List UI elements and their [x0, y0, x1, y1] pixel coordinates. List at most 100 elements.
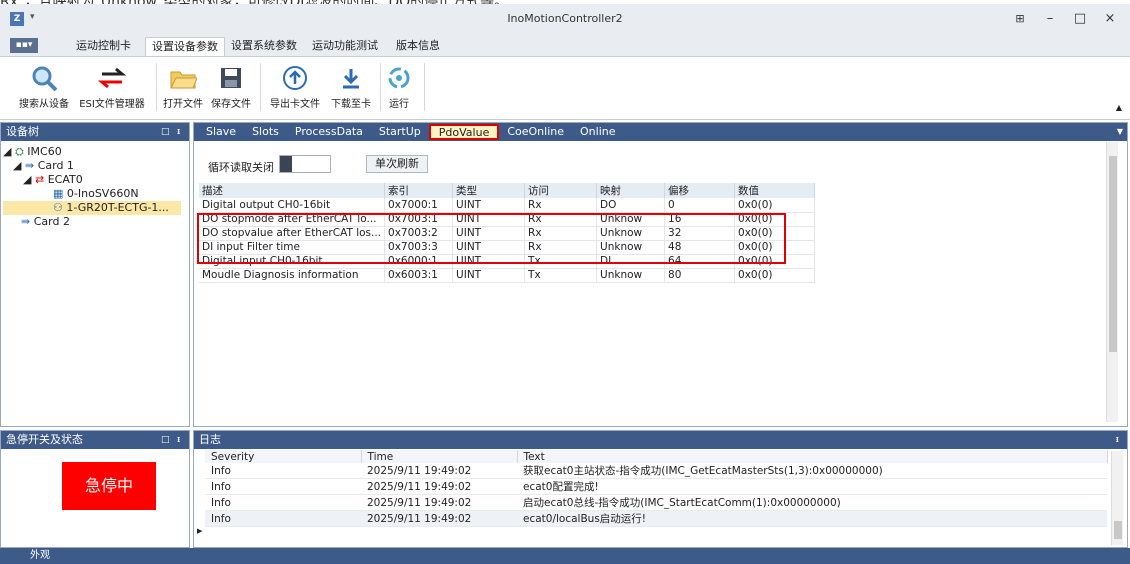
log-severity: Info — [205, 510, 361, 527]
col-value[interactable]: 数值 — [734, 183, 816, 198]
cell-access: Rx — [524, 198, 598, 213]
tree-node-card1[interactable]: ◢ ⇛ Card 1 — [3, 159, 187, 173]
tab-slave[interactable]: Slave — [198, 124, 244, 140]
tree-node-label: IMC60 — [27, 145, 62, 158]
expand-arrow-icon[interactable]: ◢ — [23, 173, 31, 186]
col-index[interactable]: 索引 — [384, 183, 454, 198]
download-to-card-button[interactable]: 下载至卡 — [328, 61, 374, 110]
col-severity[interactable]: Severity — [205, 450, 362, 463]
tab-slots[interactable]: Slots — [244, 124, 287, 140]
cell-type: UINT — [452, 198, 526, 213]
appearance-menu[interactable]: 外观 — [30, 550, 50, 561]
cell-mapping: Unknow — [596, 268, 666, 283]
tree-node-imc60[interactable]: ◢ ⛭ IMC60 — [3, 145, 187, 159]
folder-open-icon — [160, 61, 206, 95]
expand-arrow-icon[interactable]: ◢ — [3, 145, 11, 158]
download-to-card-label: 下载至卡 — [331, 99, 371, 110]
table-row[interactable]: Digital output CH0-16bit 0x7000:1 UINT Rx DO… — [199, 198, 816, 213]
col-mapping[interactable]: 映射 — [596, 183, 666, 198]
tab-pdovalue[interactable]: PdoValue — [428, 124, 500, 140]
col-description[interactable]: 描述 — [199, 183, 386, 198]
save-file-button[interactable]: 保存文件 — [208, 61, 254, 110]
close-button[interactable]: × — [1098, 10, 1122, 28]
col-text[interactable]: Text — [517, 450, 1108, 463]
single-refresh-button[interactable]: 单次刷新 — [366, 155, 428, 173]
table-row[interactable]: Moudle Diagnosis information 0x6003:1 UINT… — [199, 268, 816, 283]
log-table-header: Severity Time Text — [205, 450, 1108, 463]
ribbon-tab-device-params[interactable]: 设置设备参数 — [145, 37, 225, 56]
log-severity: Info — [205, 494, 361, 511]
device-tree-panel: 设备树 □ ᵻ ◢ ⛭ IMC60 ◢ ⇛ Card 1 ◢ ⇄ ECAT0 ▦… — [0, 122, 190, 427]
cell-description: Digital output CH0-16bit — [199, 198, 386, 213]
tree-node-servo[interactable]: ▦ 0-InoSV660N — [3, 187, 187, 201]
col-type[interactable]: 类型 — [452, 183, 526, 198]
log-vertical-scrollbar[interactable] — [1111, 451, 1123, 545]
pin-panel-icon[interactable]: ᵻ — [1116, 431, 1119, 449]
log-row[interactable]: Info 2025/9/11 19:49:02 ecat0配置完成! — [205, 478, 1107, 495]
pin-panel-icon[interactable]: ᵻ — [177, 123, 180, 141]
upload-arrow-icon — [266, 61, 324, 95]
tab-list-dropdown-icon[interactable]: ▼ — [1117, 127, 1123, 136]
tab-startup[interactable]: StartUp — [371, 124, 429, 140]
col-access[interactable]: 访问 — [524, 183, 598, 198]
cell-offset: 0 — [664, 198, 736, 213]
scrollbar-thumb[interactable] — [1109, 156, 1117, 352]
ribbon-separator — [424, 63, 425, 111]
cell-mapping: DO — [596, 198, 666, 213]
ribbon-tab-version-info[interactable]: 版本信息 — [390, 37, 446, 56]
pdo-vertical-scrollbar[interactable] — [1106, 142, 1118, 422]
ribbon-tab-motion-test[interactable]: 运动功能测试 — [306, 37, 384, 56]
tree-node-card2[interactable]: ⇛ Card 2 — [3, 215, 187, 229]
log-time: 2025/9/11 19:49:02 — [361, 478, 517, 495]
tab-coeonline[interactable]: CoeOnline — [499, 124, 572, 140]
tree-node-label: Card 2 — [33, 215, 70, 228]
minimize-button[interactable]: – — [1038, 10, 1062, 28]
log-text: ecat0/localBus启动运行! — [517, 510, 1107, 527]
tree-node-label: 1-GR20T-ECTG-1... — [66, 201, 169, 214]
ribbon-tab-motion-card[interactable]: 运动控制卡 — [70, 37, 137, 56]
tree-node-io-module-selected[interactable]: ⚇ 1-GR20T-ECTG-1... — [3, 201, 181, 215]
emergency-stop-button[interactable]: 急停中 — [62, 462, 156, 510]
float-panel-icon[interactable]: □ — [161, 123, 170, 141]
cell-value[interactable]: 0x0(0) — [734, 268, 816, 283]
pin-panel-icon[interactable]: ᵻ — [177, 431, 180, 449]
cyclic-read-toggle[interactable] — [279, 155, 331, 173]
io-module-icon: ⚇ — [53, 201, 63, 214]
toggle-knob — [280, 156, 292, 172]
expand-arrow-icon[interactable]: ◢ — [13, 159, 21, 172]
log-text: ecat0配置完成! — [517, 478, 1107, 495]
log-row[interactable]: Info 2025/9/11 19:49:02 获取ecat0主站状态-指令成功(I… — [205, 463, 1107, 479]
tree-node-label: Card 1 — [37, 159, 74, 172]
collapse-ribbon-icon[interactable]: ▲ — [1116, 103, 1122, 112]
run-button[interactable]: 运行 — [384, 61, 414, 110]
scrollbar-thumb[interactable] — [1114, 521, 1122, 539]
float-panel-icon[interactable]: □ — [161, 431, 170, 449]
ribbon-display-options-icon[interactable]: ⊞ — [1008, 10, 1032, 28]
log-row[interactable]: Info 2025/9/11 19:49:02 ecat0/localBus启动运行… — [205, 510, 1107, 527]
save-disk-icon — [208, 61, 254, 95]
file-menu-button[interactable]: ▪▪▾ — [10, 38, 38, 53]
esi-manager-button[interactable]: ESI文件管理器 — [76, 61, 148, 110]
cell-description: Moudle Diagnosis information — [199, 268, 386, 283]
log-panel: 日志 ᵻ Severity Time Text Info 2025/9/11 19… — [193, 430, 1128, 548]
ribbon-tab-system-params[interactable]: 设置系统参数 — [225, 37, 303, 56]
search-slave-button[interactable]: 搜索从设备 — [16, 61, 72, 110]
open-file-button[interactable]: 打开文件 — [160, 61, 206, 110]
log-severity: Info — [205, 478, 361, 495]
cell-type: UINT — [452, 268, 526, 283]
ribbon-toolbar: 搜索从设备 ESI文件管理器 打开文件 保存文件 导出卡文件 下载至卡 运行 ▲ — [0, 56, 1130, 120]
log-text: 启动ecat0总线-指令成功(IMC_StartEcatComm(1):0x00… — [517, 494, 1107, 511]
col-time[interactable]: Time — [361, 450, 518, 463]
tab-processdata[interactable]: ProcessData — [287, 124, 371, 140]
maximize-button[interactable]: □ — [1068, 10, 1092, 28]
log-time: 2025/9/11 19:49:02 — [361, 494, 517, 511]
col-offset[interactable]: 偏移 — [664, 183, 736, 198]
title-bar: Z ▾ InoMotionController2 ⊞ – □ × — [0, 4, 1130, 34]
open-file-label: 打开文件 — [163, 99, 203, 110]
log-row[interactable]: Info 2025/9/11 19:49:02 启动ecat0总线-指令成功(IMC… — [205, 494, 1107, 511]
cell-value[interactable]: 0x0(0) — [734, 198, 816, 213]
tree-node-ecat0[interactable]: ◢ ⇄ ECAT0 — [3, 173, 187, 187]
export-card-file-button[interactable]: 导出卡文件 — [266, 61, 324, 110]
cyclic-read-label: 循环读取关闭 — [208, 161, 274, 174]
tab-online[interactable]: Online — [572, 124, 623, 140]
